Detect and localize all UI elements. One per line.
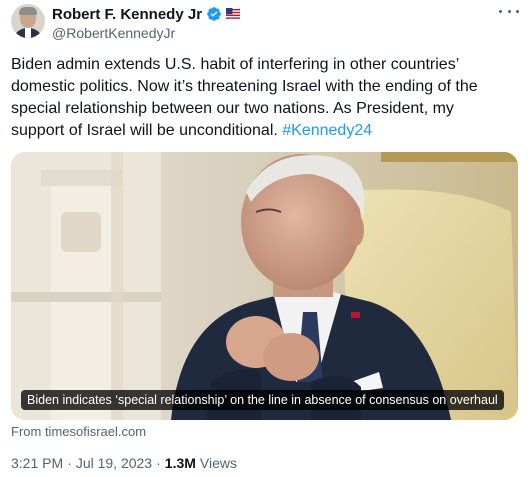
hashtag-link[interactable]: #Kennedy24: [282, 122, 372, 139]
tweet-date[interactable]: Jul 19, 2023: [76, 455, 152, 471]
tweet-text: Biden admin extends U.S. habit of interf…: [11, 54, 511, 142]
card-caption: Biden indicates ‘special relationship’ o…: [21, 390, 504, 410]
meta-separator: ·: [67, 455, 72, 471]
tweet-time[interactable]: 3:21 PM: [11, 455, 63, 471]
link-card-image[interactable]: Biden indicates ‘special relationship’ o…: [11, 152, 518, 420]
tweet-meta: 3:21 PM · Jul 19, 2023 · 1.3M Views: [11, 455, 237, 471]
tweet-body: Biden admin extends U.S. habit of interf…: [11, 56, 478, 139]
views-count[interactable]: 1.3M: [165, 455, 196, 471]
author-display-name[interactable]: Robert F. Kennedy Jr: [52, 6, 202, 23]
views-label: Views: [199, 455, 237, 471]
author-name-row: Robert F. Kennedy Jr: [52, 5, 241, 23]
us-flag-icon: [226, 8, 241, 20]
verified-badge-icon: [207, 7, 221, 21]
meta-separator-2: ·: [156, 455, 161, 471]
card-source-link[interactable]: From timesofisrael.com: [11, 424, 146, 439]
tweet[interactable]: Robert F. Kennedy Jr @RobertKennedyJr Bi…: [0, 0, 531, 477]
more-options-icon[interactable]: [499, 4, 519, 18]
news-photo: [11, 152, 518, 420]
avatar[interactable]: [11, 4, 45, 38]
author-handle[interactable]: @RobertKennedyJr: [52, 25, 175, 41]
